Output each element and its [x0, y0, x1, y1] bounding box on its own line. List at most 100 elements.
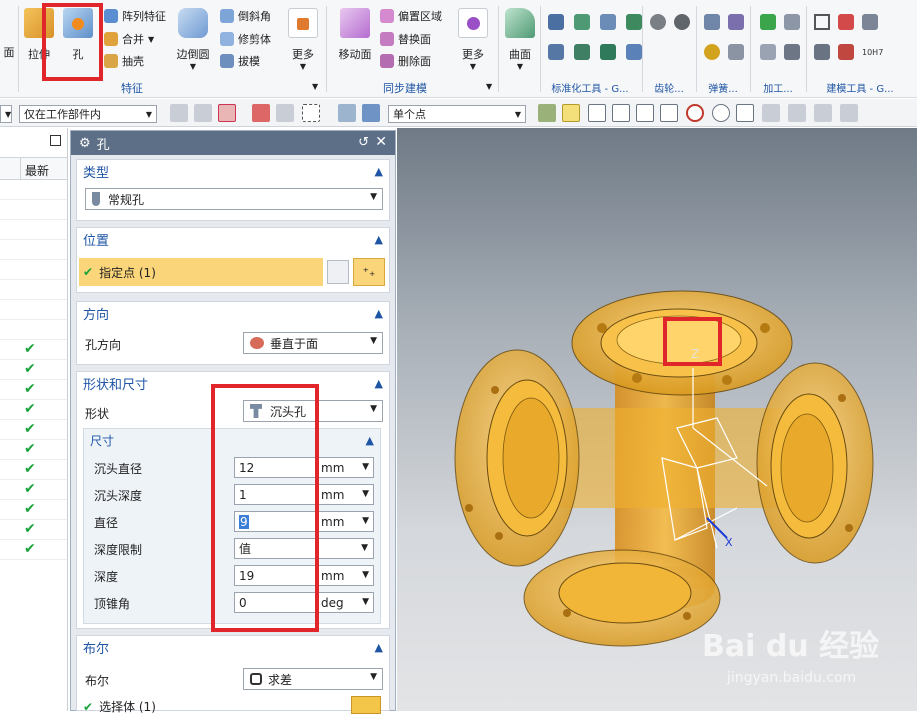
navigator-row[interactable]	[0, 220, 67, 240]
quadrant-snap-icon[interactable]	[712, 104, 730, 122]
group-expand-icon[interactable]: ▼	[312, 82, 318, 91]
tolerance-badge[interactable]: 10H7	[862, 48, 883, 57]
snap-icon[interactable]	[762, 104, 780, 122]
hole-direction-dropdown[interactable]: 垂直于面 ▼	[243, 332, 383, 354]
boolean-section-header[interactable]: 布尔 ▲	[77, 636, 389, 658]
navigator-row[interactable]: ✔	[0, 480, 67, 500]
dimension-input[interactable]: 1	[234, 484, 318, 505]
boolean-dropdown[interactable]: 求差 ▼	[243, 668, 383, 690]
more-feature-button[interactable]: 更多 ▼	[286, 8, 320, 71]
snap-icon[interactable]	[276, 104, 294, 122]
delete-face-button[interactable]: 删除面	[380, 53, 431, 69]
surface-button[interactable]: 曲面 ▼	[502, 8, 538, 71]
std-tool-icon[interactable]	[626, 14, 642, 30]
unit-dropdown[interactable]: mm ▼	[318, 457, 374, 478]
check-icon[interactable]	[760, 14, 776, 30]
trim-body-button[interactable]: 修剪体	[220, 31, 271, 47]
arrow-icon[interactable]	[538, 104, 556, 122]
navigator-row[interactable]	[0, 300, 67, 320]
spring-icon[interactable]	[704, 44, 720, 60]
filter-icon[interactable]	[170, 104, 188, 122]
collapse-icon[interactable]: ▲	[375, 307, 383, 320]
snap-icon[interactable]	[788, 104, 806, 122]
triangle-icon[interactable]	[814, 14, 830, 30]
modeling-icon[interactable]	[862, 14, 878, 30]
shell-button[interactable]: 抽壳	[104, 53, 144, 69]
navigator-row[interactable]	[0, 180, 67, 200]
modeling-icon[interactable]	[838, 44, 854, 60]
dimension-input[interactable]: 19	[234, 565, 318, 586]
extrude-button[interactable]: 拉伸	[22, 8, 56, 62]
machining-icon[interactable]	[784, 44, 800, 60]
close-icon[interactable]: ✕	[375, 134, 387, 150]
hole-shape-dropdown[interactable]: 沉头孔 ▼	[243, 400, 383, 422]
std-tool-icon[interactable]	[626, 44, 642, 60]
spring-icon[interactable]	[704, 14, 720, 30]
move-face-button[interactable]: 移动面	[334, 8, 376, 62]
navigator-row[interactable]: ✔	[0, 440, 67, 460]
navigator-row[interactable]: ✔	[0, 380, 67, 400]
reset-icon[interactable]: ↺	[358, 135, 369, 150]
unit-dropdown[interactable]: deg ▼	[318, 592, 374, 613]
midpoint-snap-icon[interactable]	[612, 104, 630, 122]
shape-section-header[interactable]: 形状和尺寸 ▲	[77, 372, 389, 394]
dimension-input[interactable]: 0	[234, 592, 318, 613]
navigator-row[interactable]: ✔	[0, 420, 67, 440]
snap-icon[interactable]	[840, 104, 858, 122]
more-sync-button[interactable]: 更多 ▼	[456, 8, 490, 71]
existing-point-icon[interactable]	[736, 104, 754, 122]
unit-dropdown[interactable]: mm ▼	[318, 511, 374, 532]
top-flange[interactable]	[571, 290, 793, 396]
body-select-icon[interactable]	[351, 696, 381, 714]
navigator-row[interactable]	[0, 240, 67, 260]
spring-icon[interactable]	[728, 14, 744, 30]
body-icon[interactable]	[362, 104, 380, 122]
chamfer-button[interactable]: 倒斜角	[220, 8, 271, 24]
navigator-row[interactable]: ✔	[0, 520, 67, 540]
position-section-header[interactable]: 位置 ▲	[77, 228, 389, 250]
std-tool-icon[interactable]	[548, 44, 564, 60]
collapse-icon[interactable]: ▲	[375, 165, 383, 178]
type-section-header[interactable]: 类型 ▲	[77, 160, 389, 182]
machining-icon[interactable]	[760, 44, 776, 60]
navigator-row[interactable]	[0, 260, 67, 280]
navigator-row[interactable]	[0, 320, 67, 340]
navigator-row[interactable]: ✔	[0, 500, 67, 520]
group-expand-icon[interactable]: ▼	[486, 82, 492, 91]
navigator-row[interactable]: ✔	[0, 360, 67, 380]
scope-filter-select[interactable]: 仅在工作部件内 ▼	[19, 105, 157, 123]
center-snap-icon[interactable]	[686, 104, 704, 122]
draft-button[interactable]: 拔模	[220, 53, 260, 69]
unite-button[interactable]: 合并 ▼	[104, 31, 154, 47]
dimension-input[interactable]: 值 ▼	[234, 538, 374, 559]
curve-snap-icon[interactable]	[636, 104, 654, 122]
dimensions-header[interactable]: 尺寸 ▲	[84, 429, 380, 451]
snap-point-select[interactable]: 单个点 ▼	[388, 105, 526, 123]
std-tool-icon[interactable]	[600, 14, 616, 30]
cut-off-button[interactable]: 面	[0, 44, 18, 60]
navigator-row[interactable]: ✔	[0, 400, 67, 420]
hole-type-dropdown[interactable]: 常规孔 ▼	[85, 188, 383, 210]
gear-icon[interactable]	[650, 14, 666, 30]
dimension-input[interactable]: 9	[234, 511, 318, 532]
modeling-icon[interactable]	[814, 44, 830, 60]
gear-icon[interactable]	[674, 14, 690, 30]
right-flange[interactable]	[756, 362, 874, 564]
column-latest[interactable]: 最新	[25, 162, 49, 179]
direction-section-header[interactable]: 方向 ▲	[77, 302, 389, 324]
std-tool-icon[interactable]	[548, 14, 564, 30]
point-dialog-icon[interactable]: ⁺₊	[353, 258, 385, 286]
std-tool-icon[interactable]	[600, 44, 616, 60]
collapse-icon[interactable]: ▲	[366, 434, 374, 447]
graphics-viewport[interactable]: Z X Bai du 经验 jingyan.baidu.com	[397, 128, 917, 711]
dimension-input[interactable]: 12	[234, 457, 318, 478]
specify-point-row[interactable]: ✔ 指定点 (1)	[79, 258, 323, 286]
replace-face-button[interactable]: 替换面	[380, 31, 431, 47]
spring-icon[interactable]	[728, 44, 744, 60]
left-flange[interactable]	[454, 349, 580, 567]
snap-icon[interactable]	[252, 104, 270, 122]
navigator-row[interactable]	[0, 200, 67, 220]
point-snap-icon[interactable]	[562, 104, 580, 122]
solid-icon[interactable]	[338, 104, 356, 122]
edge-blend-button[interactable]: 边倒圆 ▼	[172, 8, 214, 71]
